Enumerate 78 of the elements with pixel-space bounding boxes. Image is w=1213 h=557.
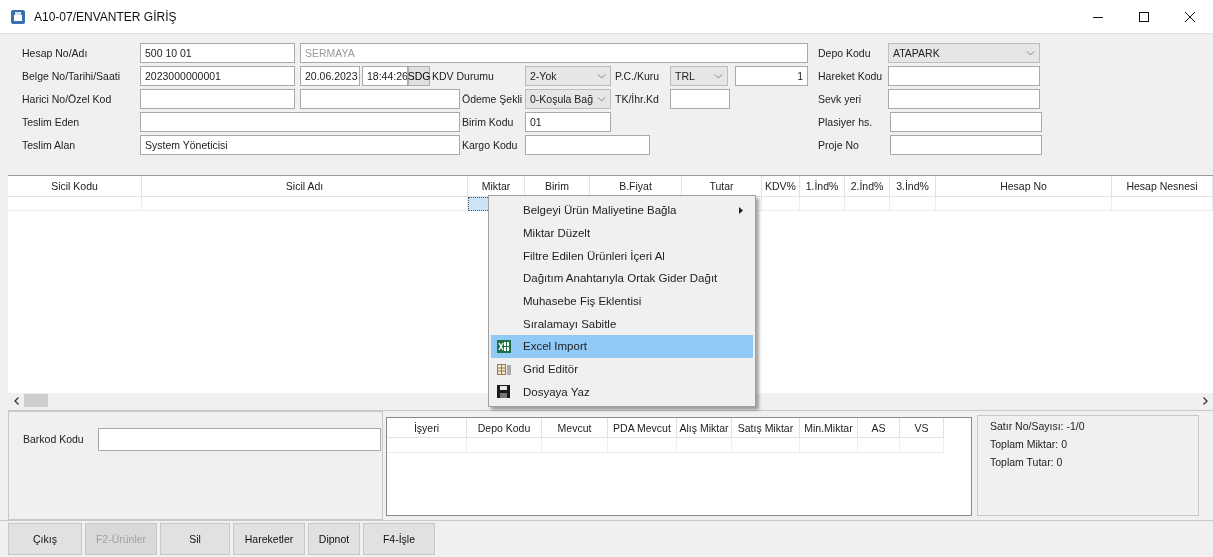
summary-text: Satır No/Sayısı: -1/0 — [990, 420, 1086, 432]
column-header[interactable]: AS — [858, 418, 900, 438]
menu-item[interactable]: Miktar Düzelt — [491, 221, 753, 245]
field-label: KDV Durumu — [432, 70, 495, 82]
menu-item[interactable]: Muhasebe Fiş Eklentisi — [491, 289, 753, 313]
maximize-icon — [1139, 11, 1149, 22]
summary-text: Toplam Miktar: 0 — [990, 438, 1069, 450]
action-button[interactable]: Dipnot — [308, 523, 360, 555]
input-field[interactable] — [98, 428, 381, 451]
column-header[interactable]: Depo Kodu — [467, 418, 542, 438]
field-label: Hesap No/Adı — [22, 47, 89, 59]
action-button[interactable]: Çıkış — [8, 523, 82, 555]
input-field[interactable] — [670, 89, 730, 109]
dropdown[interactable]: ATAPARK — [888, 43, 1040, 63]
dropdown[interactable]: TRL — [670, 66, 728, 86]
field-label: Harici No/Özel Kod — [22, 93, 113, 105]
input-field[interactable] — [300, 89, 460, 109]
menu-item[interactable]: Grid Editör — [491, 357, 753, 381]
action-button[interactable]: Sil — [160, 523, 230, 555]
scrollbar-thumb[interactable] — [24, 394, 48, 407]
input-field[interactable] — [888, 89, 1040, 109]
field-label: Teslim Alan — [22, 139, 77, 151]
input-field[interactable] — [140, 89, 295, 109]
field-label: Teslim Eden — [22, 116, 81, 128]
chevron-icon — [597, 96, 606, 102]
input-field[interactable]: 500 10 01 — [140, 43, 295, 63]
input-field[interactable] — [525, 135, 650, 155]
field-label: TK/İhr.Kd — [615, 93, 660, 105]
action-button[interactable]: Hareketler — [233, 523, 305, 555]
app-icon — [10, 8, 26, 25]
dropdown[interactable]: 0-Koşula Bağ — [525, 89, 611, 109]
field-label: Sevk yeri — [818, 93, 863, 105]
input-field[interactable] — [888, 66, 1040, 86]
menu-item[interactable]: Filtre Edilen Ürünleri İçeri Al — [491, 244, 753, 268]
menu-item[interactable]: Dosyaya Yaz — [491, 380, 753, 404]
field-label: Plasiyer hs. — [818, 116, 874, 128]
input-field[interactable]: 01 — [525, 112, 611, 132]
dropdown[interactable]: 2-Yok — [525, 66, 611, 86]
input-field[interactable]: 2023000000001 — [140, 66, 295, 86]
input-field[interactable]: 20.06.2023 — [300, 66, 360, 86]
summary-text: Toplam Tutar: 0 — [990, 456, 1064, 468]
input-field[interactable] — [890, 135, 1042, 155]
column-header[interactable]: KDV% — [762, 176, 800, 196]
field-label: Ödeme Şekli — [462, 93, 522, 105]
chevron-icon — [597, 73, 606, 79]
menu-item[interactable]: Belgeyi Ürün Maliyetine Bağla — [491, 199, 753, 222]
input-field[interactable] — [140, 112, 460, 132]
input-field[interactable] — [890, 112, 1042, 132]
input-field[interactable]: 18:44:26 — [362, 66, 408, 86]
column-header[interactable]: Satış Miktar — [732, 418, 800, 438]
field-label: P.C./Kuru — [615, 70, 661, 82]
field-label: Barkod Kodu — [23, 433, 85, 445]
close-icon — [1185, 11, 1195, 22]
action-button[interactable]: F4-İşle — [363, 523, 435, 555]
menu-item[interactable]: Sıralamayı Sabitle — [491, 312, 753, 336]
spreadsheet-icon — [497, 339, 511, 353]
input-field[interactable]: System Yöneticisi — [140, 135, 460, 155]
field-label: Belge No/Tarihi/Saati — [22, 70, 122, 82]
field-label: Birim Kodu — [462, 116, 515, 128]
column-header[interactable]: PDA Mevcut — [608, 418, 677, 438]
field-label: Kargo Kodu — [462, 139, 519, 151]
field-button[interactable]: SDG — [408, 66, 430, 86]
column-header[interactable]: Alış Miktar — [677, 418, 732, 438]
menu-item[interactable]: Excel Import — [491, 335, 753, 358]
column-header[interactable]: VS — [900, 418, 944, 438]
field-label: Proje No — [818, 139, 860, 151]
chevron-icon — [714, 73, 723, 79]
window-title: A10-07/ENVANTER GİRİŞ — [34, 9, 177, 24]
grid-icon — [497, 362, 511, 376]
field-label: Depo Kodu — [818, 47, 872, 59]
column-header[interactable]: Min.Miktar — [800, 418, 858, 438]
input-field[interactable]: 1 — [735, 66, 808, 86]
column-header[interactable]: İşyeri — [387, 418, 467, 438]
menu-item[interactable]: Dağıtım Anahtarıyla Ortak Gider Dağıt — [491, 267, 753, 290]
column-header[interactable]: Mevcut — [542, 418, 608, 438]
field-label: Hareket Kodu — [818, 70, 884, 82]
table-cell[interactable] — [468, 197, 488, 211]
chevron-icon — [1026, 50, 1035, 56]
